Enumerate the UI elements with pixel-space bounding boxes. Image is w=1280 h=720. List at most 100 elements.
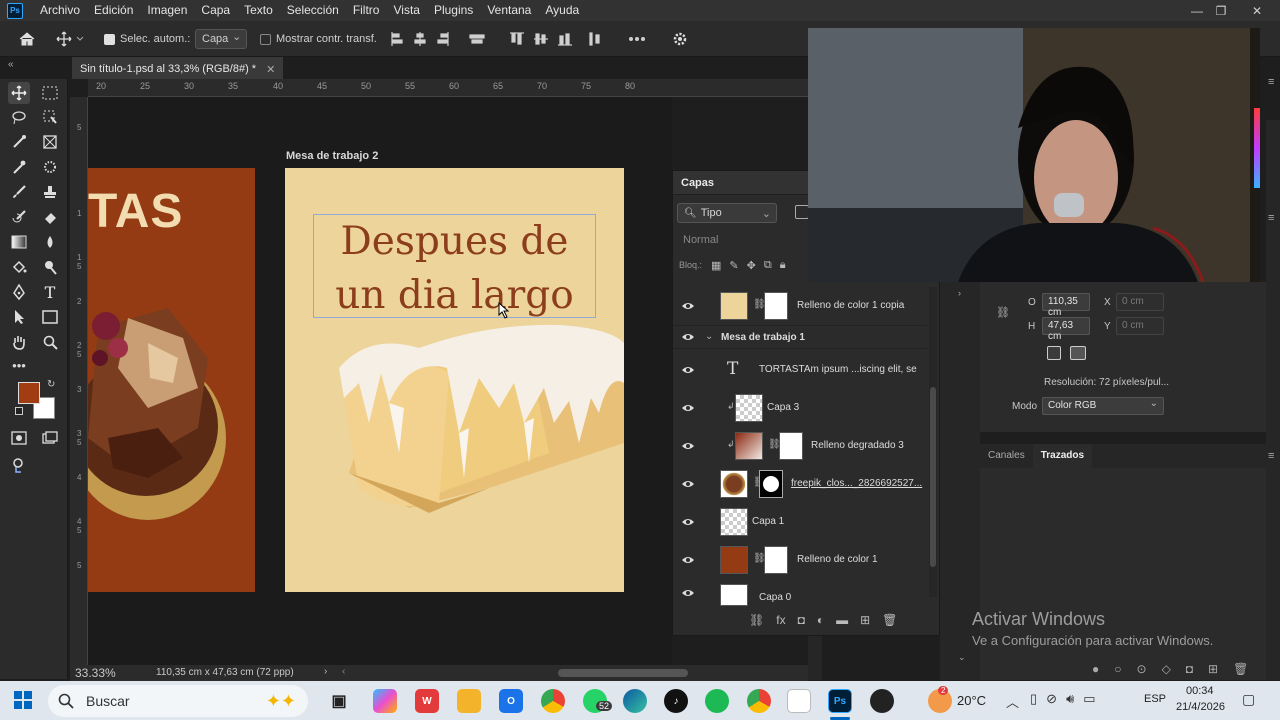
- photoshop-taskbar-icon[interactable]: Ps: [828, 689, 852, 713]
- layer-row[interactable]: Capa 1: [673, 503, 927, 541]
- load-selection-icon[interactable]: ⊙: [1137, 662, 1147, 676]
- eye-icon[interactable]: [681, 586, 695, 600]
- layer-name[interactable]: Capa 3: [767, 402, 799, 413]
- windows-start-icon[interactable]: [14, 691, 32, 709]
- lock-transparent-icon[interactable]: ▦: [711, 259, 721, 272]
- collapse-panels-icon[interactable]: «: [8, 59, 14, 70]
- layer-name[interactable]: Mesa de trabajo 1: [721, 332, 805, 343]
- lasso-tool-icon[interactable]: [8, 106, 30, 128]
- more-tools-icon[interactable]: •••: [8, 354, 30, 376]
- horizontal-scrollbar-thumb[interactable]: [558, 669, 688, 677]
- filter-image-icon[interactable]: [795, 205, 809, 219]
- chevron-up-icon[interactable]: ︿: [1006, 692, 1019, 711]
- transform-controls-checkbox[interactable]: Mostrar contr. transf.: [260, 29, 377, 49]
- brush-tool-icon[interactable]: [8, 181, 30, 203]
- panel-menu-icon[interactable]: ≡: [1268, 76, 1274, 88]
- close-tab-icon[interactable]: ✕: [266, 63, 275, 76]
- auto-select-check[interactable]: [104, 33, 115, 45]
- default-colors-icon[interactable]: [15, 407, 23, 415]
- layer-name[interactable]: Relleno de color 1: [797, 554, 878, 565]
- eraser-tool-icon[interactable]: [39, 206, 61, 228]
- swap-colors-icon[interactable]: ↻: [47, 379, 55, 390]
- panel-menu-icon[interactable]: ≡: [1268, 450, 1274, 462]
- dodge-tool-icon[interactable]: [39, 256, 61, 278]
- eye-icon[interactable]: [681, 401, 695, 415]
- layer-row[interactable]: ↲ ⛓ Relleno degradado 3: [673, 427, 927, 465]
- lock-position-icon[interactable]: ✥: [747, 259, 756, 272]
- restore-icon[interactable]: ❐: [1206, 0, 1236, 21]
- layers-scrollbar[interactable]: [929, 287, 937, 597]
- blend-mode-dropdown[interactable]: Normal: [677, 231, 807, 249]
- layer-row[interactable]: ↲ Capa 3: [673, 389, 927, 427]
- artboard-2[interactable]: Despues de un dia largo: [285, 168, 624, 592]
- height-field[interactable]: 47,63 cm: [1042, 317, 1090, 342]
- menu-edicion[interactable]: Edición: [87, 0, 140, 21]
- layer-name[interactable]: Relleno degradado 3: [811, 440, 904, 451]
- zoom-tool-icon[interactable]: [39, 331, 61, 353]
- headline-text-layer[interactable]: Despues de un dia largo: [313, 214, 596, 318]
- artboard-group-row[interactable]: ⌄ Mesa de trabajo 1: [673, 325, 927, 349]
- battery-icon[interactable]: ▭: [1083, 691, 1095, 707]
- taskbar-search-box[interactable]: Buscar ✦✦: [48, 685, 308, 717]
- history-brush-tool-icon[interactable]: [8, 206, 30, 228]
- link-dimensions-icon[interactable]: ⛓: [996, 306, 1010, 319]
- marquee-tool-icon[interactable]: [39, 82, 61, 104]
- edit-toolbar-icon[interactable]: [8, 454, 30, 476]
- zoom-level[interactable]: 33.33%: [75, 666, 116, 680]
- fill-path-icon[interactable]: ●: [1092, 662, 1099, 676]
- screen-mode-icon[interactable]: [39, 427, 61, 449]
- tiktok-icon[interactable]: ♪: [664, 689, 688, 713]
- auto-select-checkbox[interactable]: Selec. autom.:: [104, 29, 190, 49]
- layer-filter-dropdown[interactable]: 🔍︎ Tipo ⌄: [677, 203, 777, 223]
- move-tool-icon[interactable]: [8, 82, 30, 104]
- chrome-profile-icon[interactable]: [747, 689, 771, 713]
- rectangle-tool-icon[interactable]: [39, 306, 61, 328]
- path-select-tool-icon[interactable]: [8, 306, 30, 328]
- crop-brush-tool-icon[interactable]: [8, 131, 30, 153]
- eye-icon[interactable]: [681, 330, 695, 344]
- menu-seleccion[interactable]: Selección: [280, 0, 346, 21]
- foreground-color-top[interactable]: [18, 382, 40, 404]
- eye-icon[interactable]: [681, 439, 695, 453]
- hand-tool-icon[interactable]: [8, 331, 30, 353]
- eye-icon[interactable]: [681, 477, 695, 491]
- layer-name[interactable]: Relleno de color 1 copia: [797, 300, 904, 311]
- close-icon[interactable]: ✕: [1242, 0, 1272, 21]
- frame-tool-icon[interactable]: [39, 131, 61, 153]
- wps-icon[interactable]: W: [415, 689, 439, 713]
- outlook-icon[interactable]: O: [499, 689, 523, 713]
- x-field[interactable]: 0 cm: [1116, 293, 1164, 311]
- home-icon[interactable]: [18, 29, 36, 49]
- menu-imagen[interactable]: Imagen: [140, 0, 194, 21]
- eyedropper-tool-icon[interactable]: [8, 156, 30, 178]
- edge-icon[interactable]: [623, 689, 647, 713]
- menu-archivo[interactable]: Archivo: [33, 0, 87, 21]
- scroll-down-icon[interactable]: ⌄: [958, 652, 966, 663]
- eye-icon[interactable]: [681, 299, 695, 313]
- tab-canales[interactable]: Canales: [980, 444, 1033, 468]
- width-field[interactable]: 110,35 cm: [1042, 293, 1090, 318]
- mode-dropdown[interactable]: Color RGB ⌄: [1042, 397, 1164, 415]
- layer-name[interactable]: Capa 1: [752, 516, 784, 527]
- lock-artboard-icon[interactable]: ⧉: [764, 259, 772, 272]
- menu-ayuda[interactable]: Ayuda: [538, 0, 586, 21]
- clock-date[interactable]: 21/4/2026: [1176, 701, 1225, 713]
- tab-trazados[interactable]: Trazados: [1032, 444, 1093, 468]
- move-tool-preset-icon[interactable]: [56, 29, 86, 49]
- collapse-icon[interactable]: ›: [958, 288, 961, 298]
- layer-name[interactable]: freepik_clos..._2826692527...: [791, 478, 922, 489]
- make-path-icon[interactable]: ◇: [1162, 662, 1171, 676]
- new-layer-icon[interactable]: ⊞: [860, 613, 870, 627]
- layer-name[interactable]: TORTASTAm ipsum ...iscing elit, se: [759, 364, 917, 375]
- lock-all-icon[interactable]: 🔒︎: [780, 259, 786, 272]
- spotify-icon[interactable]: [705, 689, 729, 713]
- spot-healing-tool-icon[interactable]: [39, 156, 61, 178]
- layer-row[interactable]: T TORTASTAm ipsum ...iscing elit, se: [673, 351, 927, 389]
- stamp-tool-icon[interactable]: [39, 181, 61, 203]
- pen-tool-icon[interactable]: [8, 281, 30, 303]
- temperature[interactable]: 20°C: [957, 693, 986, 708]
- trash-icon[interactable]: 🗑︎: [882, 613, 897, 627]
- chevron-down-icon[interactable]: ⌄: [705, 331, 713, 342]
- transform-controls-check[interactable]: [260, 33, 271, 45]
- clock-time[interactable]: 00:34: [1186, 685, 1214, 697]
